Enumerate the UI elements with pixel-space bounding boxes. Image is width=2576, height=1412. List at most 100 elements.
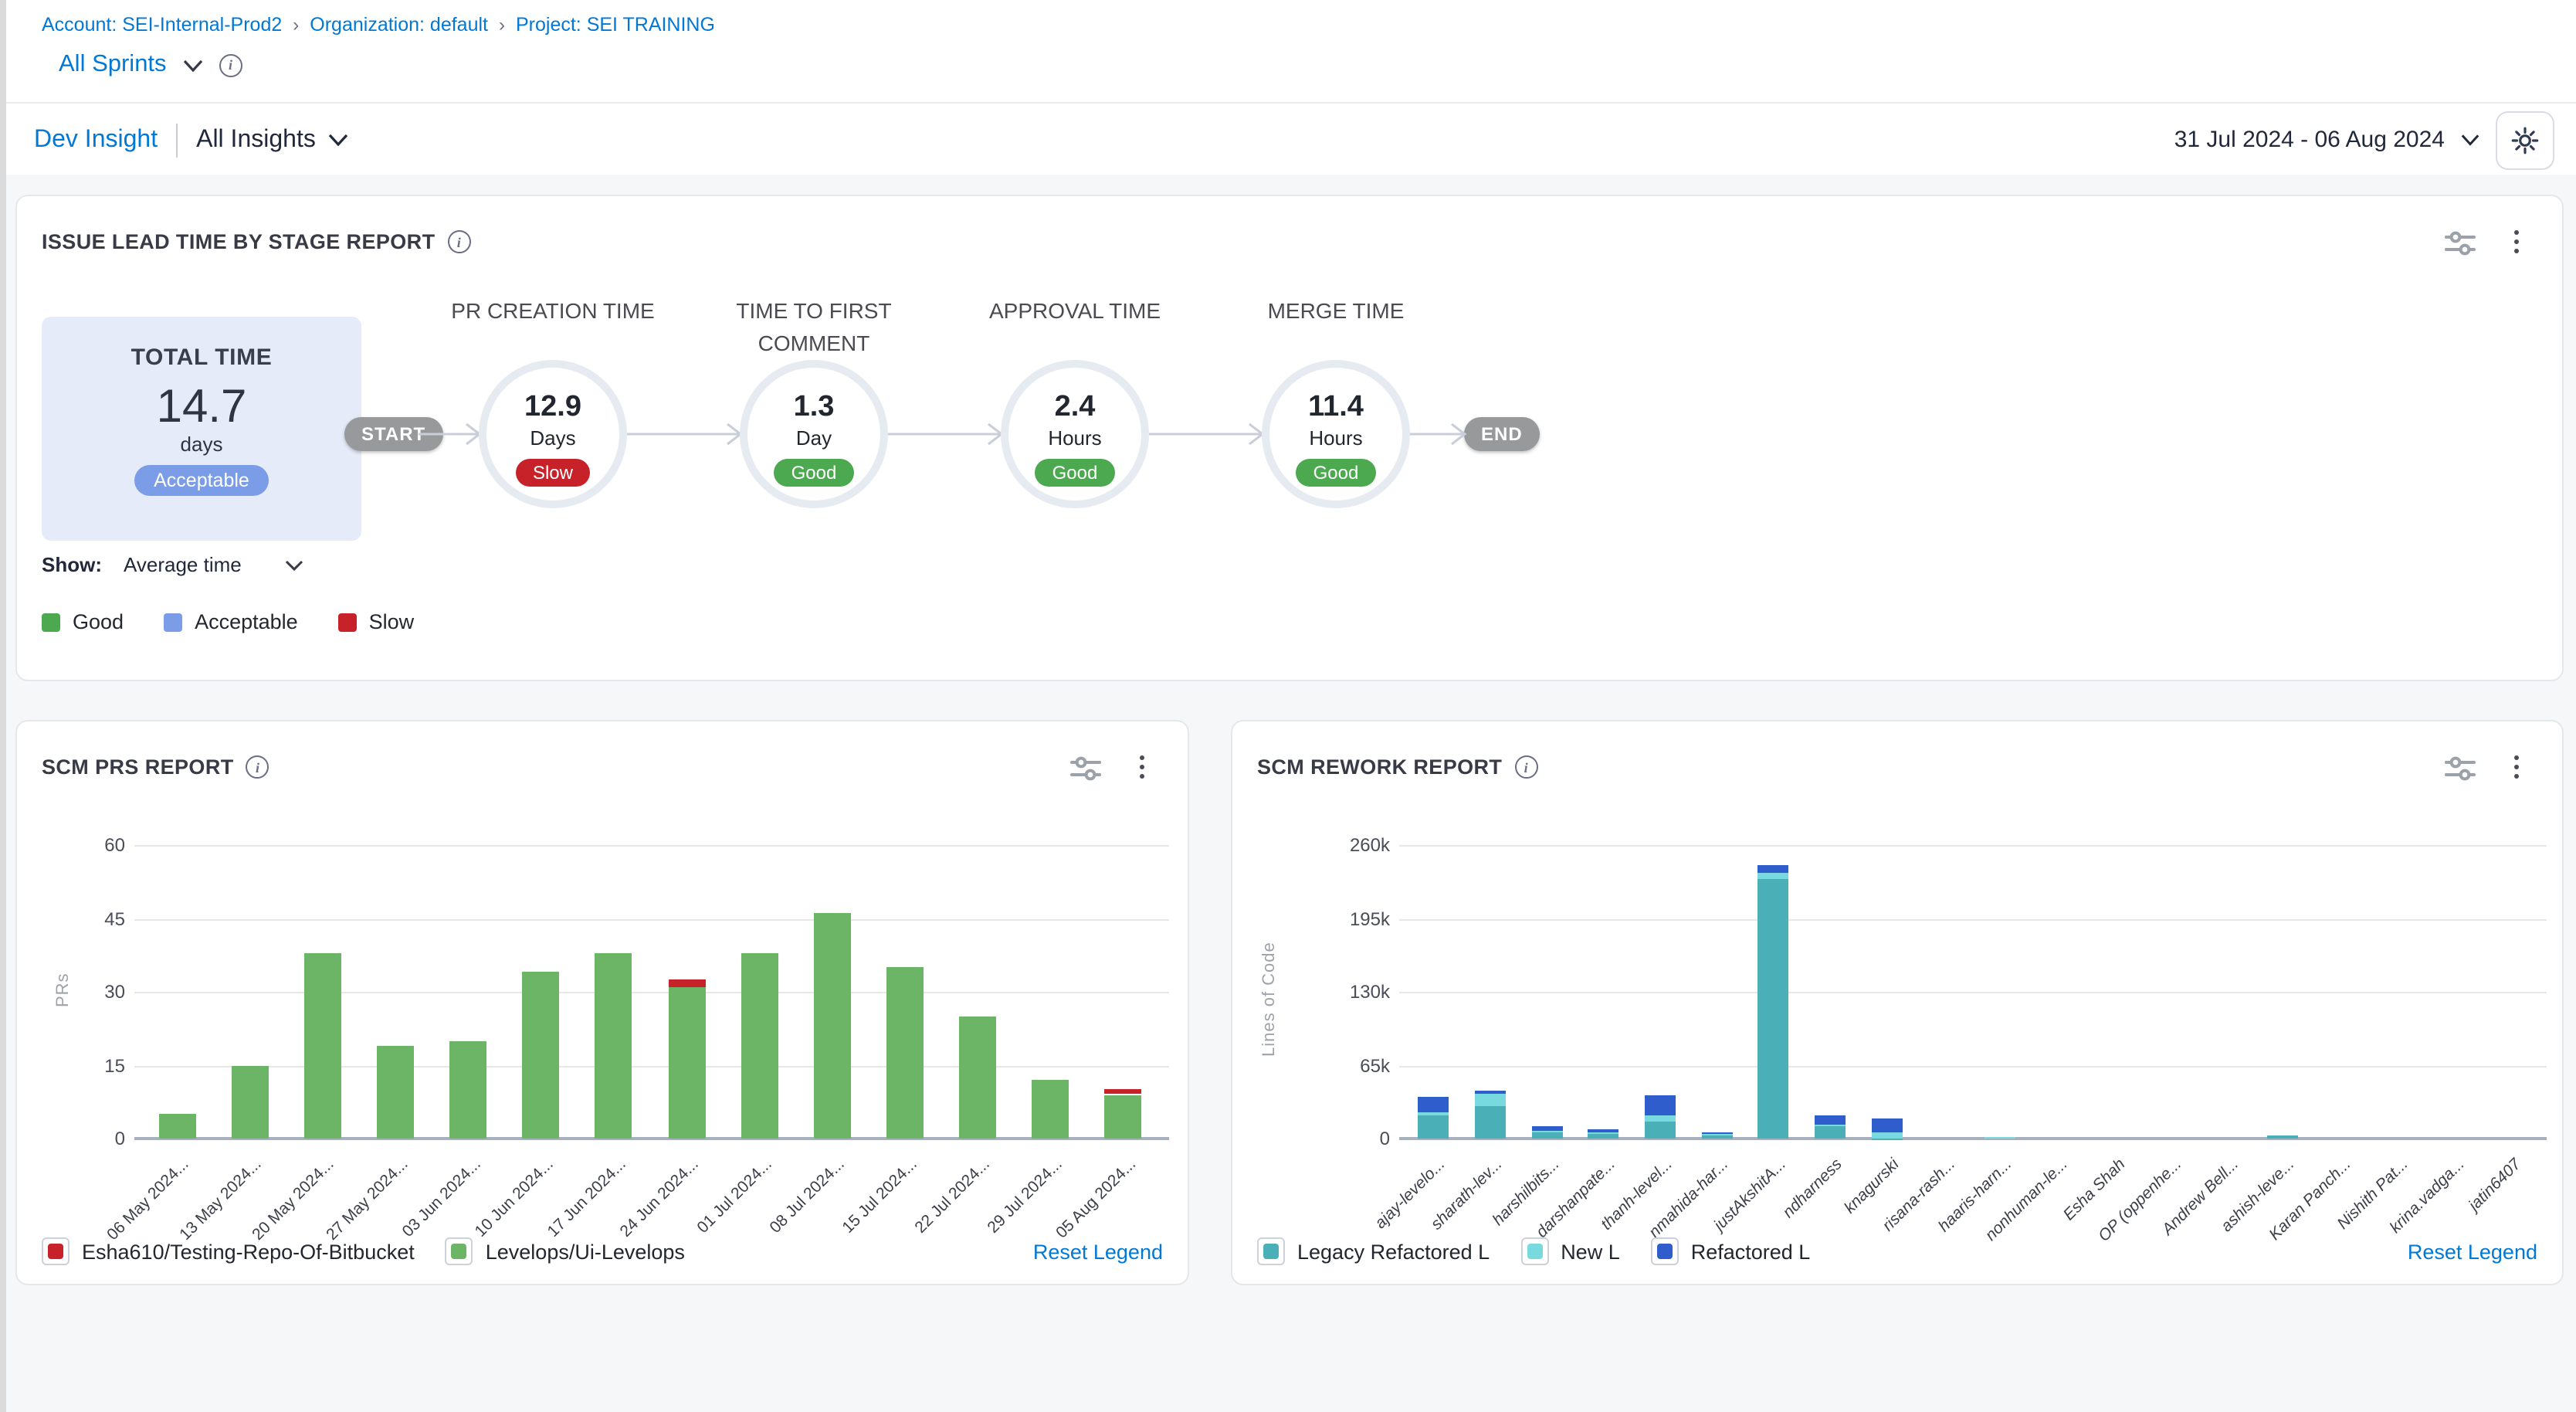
bar-segment[interactable] (231, 1065, 268, 1139)
breadcrumb-project-link[interactable]: Project: SEI TRAINING (516, 14, 715, 36)
bar-segment[interactable] (304, 952, 341, 1139)
bar-segment[interactable] (1871, 1138, 1902, 1139)
bar-segment[interactable] (741, 952, 778, 1139)
bar-segment[interactable] (1588, 1129, 1619, 1132)
legend-item[interactable]: Legacy Refactored L (1257, 1237, 1490, 1265)
bar-segment[interactable] (158, 1114, 195, 1139)
bar-segment[interactable] (1531, 1130, 1562, 1132)
bar-segment[interactable] (1418, 1112, 1449, 1115)
legend-item: Slow (338, 610, 415, 633)
legend-checkbox[interactable] (1651, 1237, 1679, 1265)
y-axis-tick-label: 130k (1310, 981, 1390, 1003)
legend-label: New L (1561, 1240, 1620, 1263)
bar-segment[interactable] (1588, 1134, 1619, 1139)
legend-item[interactable]: New L (1520, 1237, 1620, 1265)
bar-segment[interactable] (1105, 1095, 1142, 1139)
stage-approval-time[interactable]: 2.4 Hours Good (1001, 360, 1149, 508)
bar-segment[interactable] (1757, 865, 1788, 873)
bar-segment[interactable] (814, 914, 851, 1139)
bar-segment[interactable] (1645, 1116, 1676, 1122)
breadcrumb-separator: › (293, 14, 299, 36)
stage-rating-badge: Good (774, 459, 854, 487)
gridline (134, 1065, 1169, 1067)
bar-segment[interactable] (668, 979, 705, 987)
legend-item[interactable]: Esha610/Testing-Repo-Of-Bitbucket (42, 1237, 415, 1265)
bar-segment[interactable] (1985, 1137, 2015, 1139)
sprint-selector[interactable]: All Sprints i (59, 51, 242, 79)
bar-segment[interactable] (1475, 1106, 1506, 1139)
breadcrumb-account-link[interactable]: Account: SEI-Internal-Prod2 (42, 14, 282, 36)
bar-segment[interactable] (1701, 1132, 1732, 1134)
bar-segment[interactable] (668, 987, 705, 1139)
stage-merge-time[interactable]: 11.4 Hours Good (1262, 360, 1410, 508)
chevron-down-icon[interactable] (285, 558, 305, 571)
reset-legend-link[interactable]: Reset Legend (1033, 1240, 1163, 1263)
bar-segment[interactable] (1757, 879, 1788, 1139)
legend-checkbox[interactable] (446, 1237, 473, 1265)
gridline (134, 992, 1169, 993)
bar-segment[interactable] (523, 972, 560, 1139)
bar-segment[interactable] (1588, 1132, 1619, 1134)
gear-icon (2511, 126, 2539, 154)
stage-time-to-first-comment[interactable]: 1.3 Day Good (740, 360, 888, 508)
bar-segment[interactable] (377, 1046, 414, 1139)
legend-item[interactable]: Levelops/Ui-Levelops (446, 1237, 685, 1265)
bar-segment[interactable] (1871, 1118, 1902, 1132)
flow-arrow (1149, 419, 1265, 450)
bar-segment[interactable] (1032, 1080, 1069, 1139)
bar-segment[interactable] (1645, 1122, 1676, 1139)
legend-checkbox[interactable] (1257, 1237, 1285, 1265)
bar-segment[interactable] (959, 1017, 996, 1139)
legend-checkbox[interactable] (42, 1237, 69, 1265)
bar-segment[interactable] (886, 967, 924, 1139)
bar-segment[interactable] (1815, 1125, 1846, 1126)
flow-arrow (888, 419, 1004, 450)
bar-segment[interactable] (1418, 1097, 1449, 1112)
bar-segment[interactable] (1701, 1135, 1732, 1139)
show-selector[interactable]: Show: Average time (42, 553, 305, 576)
reset-legend-link[interactable]: Reset Legend (2408, 1240, 2537, 1263)
bar-segment[interactable] (1418, 1116, 1449, 1139)
show-value[interactable]: Average time (124, 553, 242, 576)
bar-segment[interactable] (1475, 1091, 1506, 1094)
chevron-down-icon[interactable] (182, 58, 204, 72)
stage-pr-creation-time[interactable]: 12.9 Days Slow (479, 360, 627, 508)
settings-button[interactable] (2496, 110, 2554, 169)
legend-swatch (338, 613, 357, 631)
widget-settings-icon[interactable] (2445, 230, 2476, 264)
flow-end-pill: END (1464, 417, 1540, 451)
bar-segment[interactable] (1531, 1126, 1562, 1130)
gridline (1399, 992, 2547, 993)
more-options-icon[interactable] (2511, 227, 2522, 256)
flow-arrow (627, 419, 743, 450)
bar-segment[interactable] (1871, 1132, 1902, 1138)
legend-label: Acceptable (195, 610, 298, 633)
insight-selector[interactable]: All Insights (196, 126, 316, 154)
breadcrumb-organization-link[interactable]: Organization: default (310, 14, 488, 36)
bar-segment[interactable] (449, 1040, 486, 1139)
info-icon[interactable]: i (447, 230, 470, 253)
legend-item[interactable]: Refactored L (1651, 1237, 1811, 1265)
bar-segment[interactable] (1105, 1090, 1142, 1095)
sprint-selector-label[interactable]: All Sprints (59, 51, 167, 79)
bar-segment[interactable] (1815, 1126, 1846, 1139)
card-title-text: ISSUE LEAD TIME BY STAGE REPORT (42, 230, 435, 253)
bar-segment[interactable] (1701, 1134, 1732, 1135)
bar-segment[interactable] (1475, 1094, 1506, 1106)
bar-segment[interactable] (1645, 1095, 1676, 1116)
scm-rework-report-card: SCM REWORK REPORT i Lines of Code 065k13… (1231, 720, 2564, 1285)
bar-segment[interactable] (1815, 1115, 1846, 1125)
dev-insight-link[interactable]: Dev Insight (34, 126, 158, 154)
chevron-down-icon[interactable] (328, 133, 350, 147)
total-time-unit: days (42, 433, 361, 456)
bar-segment[interactable] (595, 952, 632, 1139)
bar-segment[interactable] (1531, 1132, 1562, 1139)
show-label: Show: (42, 553, 102, 576)
legend-label: Legacy Refactored L (1297, 1240, 1490, 1263)
bar-segment[interactable] (2267, 1135, 2298, 1139)
bar-segment[interactable] (1757, 874, 1788, 879)
chevron-down-icon[interactable] (2460, 133, 2480, 147)
gridline (134, 918, 1169, 920)
date-range-selector[interactable]: 31 Jul 2024 - 06 Aug 2024 (2174, 127, 2445, 153)
legend-checkbox[interactable] (1520, 1237, 1548, 1265)
